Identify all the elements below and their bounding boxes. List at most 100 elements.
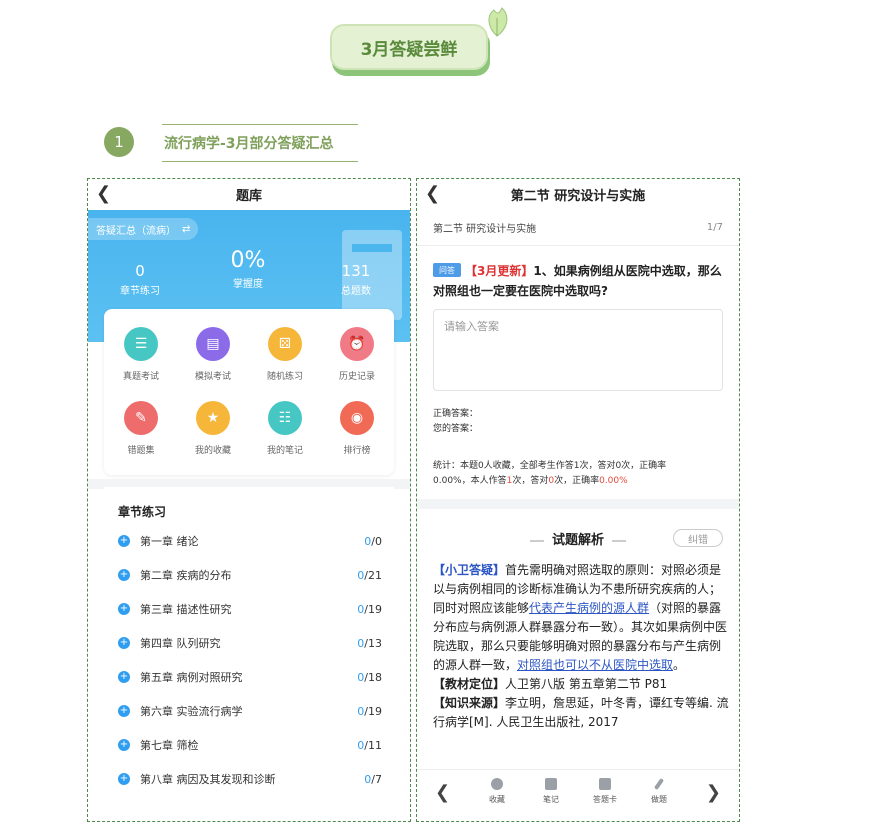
stat-value: 131	[341, 262, 371, 280]
plus-icon: +	[118, 705, 130, 717]
grid-item-leaderboard[interactable]: ◉ 排行榜	[327, 401, 387, 456]
star-icon: ★	[196, 401, 230, 435]
chapter-name: 第七章 筛检	[140, 739, 199, 752]
chapter-name: 第三章 描述性研究	[140, 603, 232, 616]
stat-mastery: 0% 掌握度	[218, 248, 278, 290]
stats-line-1: 统计：本题0人收藏，全部考生作答1次，答对0次，正确率	[433, 461, 667, 471]
toolbar-label: 笔记	[543, 795, 559, 804]
chapter-name: 第五章 病例对照研究	[140, 671, 243, 684]
answer-input[interactable]: 请输入答案	[433, 309, 723, 391]
stat-label: 总题数	[341, 286, 371, 297]
chapter-heading: 章节练习	[118, 505, 167, 519]
toolbar-label: 收藏	[489, 795, 505, 804]
answer-summary: 正确答案： 您的答案：	[433, 407, 478, 437]
left-phone-screenshot: ❮ 题库 答疑汇总（流病） ⇄ 0 章节练习 0% 掌握度 131 总题数 ☰ …	[87, 178, 411, 822]
toolbar-label: 答题卡	[593, 795, 617, 804]
update-tag: 【3月更新】	[465, 264, 534, 278]
chapter-name: 第二章 疾病的分布	[140, 569, 232, 582]
chapter-row[interactable]: + 第八章 病因及其发现和诊断 0/7	[118, 769, 382, 789]
plus-icon: +	[118, 739, 130, 751]
grid-item-label: 模拟考试	[194, 372, 231, 382]
chapter-progress: 0/18	[357, 670, 382, 684]
chapter-row[interactable]: + 第三章 描述性研究 0/19	[118, 599, 382, 619]
page-indicator: 1/7	[706, 222, 723, 233]
analysis-link[interactable]: 代表产生病例的源人群	[529, 601, 649, 615]
grid-item-label: 真题考试	[122, 372, 159, 382]
grid-item-mock-exam[interactable]: ▤ 模拟考试	[183, 327, 243, 382]
stat-value: 0	[135, 262, 145, 280]
chapter-progress: 0/0	[364, 534, 382, 548]
toolbar-answer-card[interactable]: 答题卡	[585, 778, 625, 805]
chapter-row[interactable]: + 第五章 病例对照研究 0/18	[118, 667, 382, 687]
grid-item-label: 错题集	[127, 446, 155, 456]
stat-label: 章节练习	[120, 286, 160, 297]
nav-title: 第二节 研究设计与实施	[510, 188, 646, 204]
grid-item-wrong-questions[interactable]: ✎ 错题集	[111, 401, 171, 456]
correct-answer-label: 正确答案：	[433, 409, 479, 419]
summary-pill-label: 答疑汇总（流病）	[96, 225, 176, 237]
chapter-name: 第一章 绪论	[140, 535, 199, 548]
chapter-row[interactable]: + 第一章 绪论 0/0	[118, 531, 382, 551]
switch-icon: ⇄	[182, 223, 191, 235]
banner-title: 3月答疑尝鲜	[330, 24, 488, 70]
chapter-row[interactable]: + 第二章 疾病的分布 0/21	[118, 565, 382, 585]
grid-item-random-practice[interactable]: ⚄ 随机练习	[255, 327, 315, 382]
stat-label: 掌握度	[233, 279, 263, 290]
your-answer-label: 您的答案：	[433, 424, 479, 434]
leaf-icon	[488, 7, 508, 37]
grid-item-history[interactable]: ⏰ 历史记录	[327, 327, 387, 382]
stat-total-questions: 131 总题数	[326, 262, 386, 297]
nav-bar: ❮ 题库	[88, 179, 410, 209]
list-icon: ☰	[124, 327, 158, 361]
report-error-button[interactable]: 纠错	[673, 529, 723, 547]
toolbar-do-question[interactable]: 做题	[639, 777, 679, 805]
chapter-row[interactable]: + 第七章 筛检 0/11	[118, 735, 382, 755]
analysis-body: 【小卫答疑】首先需明确对照选取的原则：对照必须是以与病例相同的诊断标准确认为不患…	[433, 563, 729, 729]
grid-item-label: 历史记录	[338, 372, 375, 382]
feature-grid-card: ☰ 真题考试 ▤ 模拟考试 ⚄ 随机练习 ⏰ 历史记录 ✎ 错题集 ★ 我的收藏…	[104, 309, 394, 475]
section-title: 流行病学-3月部分答疑汇总	[164, 136, 334, 152]
bottom-toolbar: ❮ 收藏 笔记 答题卡 做题 ❯	[417, 769, 739, 821]
analysis-link[interactable]: 对照组也可以不从医院中选取	[517, 658, 673, 672]
medal-icon: ◉	[340, 401, 374, 435]
section-subtitle: 第二节 研究设计与实施	[433, 224, 537, 235]
section-title-box: 流行病学-3月部分答疑汇总	[162, 124, 358, 162]
chapter-progress: 0/19	[357, 602, 382, 616]
chapter-row[interactable]: + 第四章 队列研究 0/13	[118, 633, 382, 653]
notebook-icon: ☷	[268, 401, 302, 435]
note-icon	[545, 778, 557, 790]
stat-chapter-practice: 0 章节练习	[110, 262, 170, 297]
history-icon: ⏰	[340, 327, 374, 361]
prev-arrow-icon[interactable]: ❮	[435, 782, 450, 803]
plus-icon: +	[118, 603, 130, 615]
chapter-progress: 0/7	[364, 772, 382, 786]
chapter-name: 第六章 实验流行病学	[140, 705, 243, 718]
grid-item-label: 排行榜	[343, 446, 371, 456]
plus-icon: +	[118, 671, 130, 683]
chapter-row[interactable]: + 第六章 实验流行病学 0/19	[118, 701, 382, 721]
toolbar-note[interactable]: 笔记	[531, 778, 571, 805]
grid-item-label: 我的笔记	[266, 446, 303, 456]
chapter-progress: 0/21	[357, 568, 382, 582]
plus-icon: +	[118, 637, 130, 649]
back-icon[interactable]: ❮	[425, 183, 440, 204]
grid-item-favorites[interactable]: ★ 我的收藏	[183, 401, 243, 456]
toolbar-favorite[interactable]: 收藏	[477, 778, 517, 805]
star-icon	[491, 778, 503, 790]
summary-switch-pill[interactable]: 答疑汇总（流病） ⇄	[88, 218, 199, 240]
nav-title: 题库	[235, 188, 262, 204]
section-divider	[417, 499, 739, 509]
dice-icon: ⚄	[268, 327, 302, 361]
chapter-progress: 0/13	[357, 636, 382, 650]
next-arrow-icon[interactable]: ❯	[706, 782, 721, 803]
grid-item-real-exam[interactable]: ☰ 真题考试	[111, 327, 171, 382]
back-icon[interactable]: ❮	[96, 183, 111, 204]
nav-bar: ❮ 第二节 研究设计与实施	[417, 179, 739, 209]
stat-value: 0%	[230, 248, 266, 273]
grid-item-notes[interactable]: ☷ 我的笔记	[255, 401, 315, 456]
right-phone-screenshot: ❮ 第二节 研究设计与实施 第二节 研究设计与实施 1/7 问答 【3月更新】1…	[416, 178, 740, 822]
grid-icon	[599, 778, 611, 790]
plus-icon: +	[118, 535, 130, 547]
chapter-name: 第四章 队列研究	[140, 637, 221, 650]
section-number-badge: 1	[104, 127, 134, 157]
